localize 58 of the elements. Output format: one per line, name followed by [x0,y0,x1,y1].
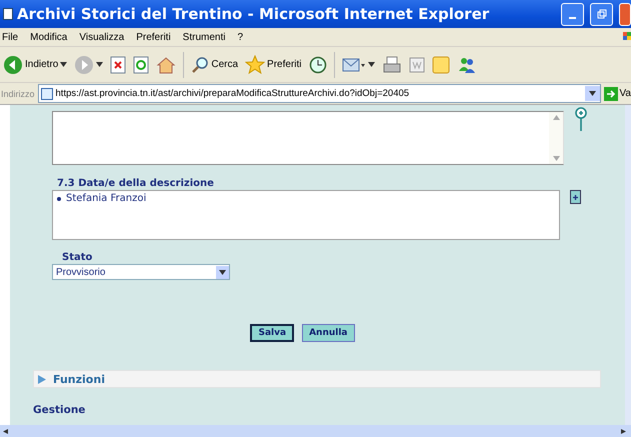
printer-icon[interactable] [382,56,402,74]
menu-item[interactable]: ? [237,32,244,42]
clock-icon[interactable] [308,56,326,74]
scroll-up-icon [552,115,560,120]
horizontal-scrollbar[interactable] [0,425,631,437]
scroll-left-icon [3,428,10,434]
toolbar-label[interactable]: Preferiti [267,59,302,70]
scroll-down-icon [552,156,560,161]
restore-icon [596,9,606,19]
menu-item[interactable]: File [2,32,18,42]
list-box[interactable]: Stefania Franzoi [52,190,560,240]
restore-button[interactable] [590,2,613,26]
search-icon[interactable] [191,56,210,74]
scroll-right-icon [621,428,628,434]
document-icon[interactable] [408,56,424,72]
go-arrow-icon[interactable] [604,86,618,100]
text-area[interactable] [52,111,564,165]
go-button[interactable]: Va [620,88,631,99]
window-title: Archivi Storici del Trentino - Microsoft Internet Explorer [17,5,490,23]
envelope-icon[interactable] [342,56,366,74]
address-field[interactable]: https://ast.provincia.tn.it/ast/archivi/preparaModificaStruttureArchivi.do?idObj=20405 [38,84,600,103]
magnifier-icon[interactable] [574,107,588,133]
plus-icon [572,194,579,200]
minimize-button[interactable] [561,2,584,26]
section-header[interactable]: Funzioni [33,370,601,388]
people-icon[interactable] [456,56,476,74]
list-item: Stefania Franzoi [66,193,146,204]
caret-icon [588,91,596,96]
caret-icon [96,62,104,67]
status-dropdown[interactable]: Provvisorio [52,264,230,280]
form-button[interactable]: Salva [250,324,294,342]
page-icon [3,8,13,20]
page-icon [40,88,53,100]
minimize-icon [569,17,576,19]
caret-icon [368,62,374,67]
expand-arrow-icon[interactable] [36,374,47,384]
add-button[interactable] [570,190,581,204]
field-label: 7.3 Data/e della descrizione [57,178,215,189]
star-icon[interactable] [245,55,266,74]
caret-icon [219,270,226,274]
menu-item[interactable]: Modifica [30,32,68,42]
section-heading: Gestione [33,404,86,416]
note-icon[interactable] [432,56,450,74]
stop-icon[interactable] [110,56,126,74]
form-button[interactable]: Annulla [302,324,355,342]
menu-item[interactable]: Visualizza [79,32,124,42]
menu-item[interactable]: Strumenti [182,32,226,42]
toolbar-label[interactable]: Indietro [25,59,58,70]
refresh-icon[interactable] [133,56,150,74]
bullet-icon [57,196,61,200]
caret-icon [60,62,68,67]
menu-item[interactable]: Preferiti [136,32,171,42]
toolbar-label[interactable]: Cerca [211,59,238,70]
field-label: Stato [62,252,94,263]
address-label: Indirizzo [1,88,35,98]
home-icon[interactable] [156,56,176,74]
close-button[interactable] [619,2,631,26]
scrollbar[interactable] [549,112,563,164]
